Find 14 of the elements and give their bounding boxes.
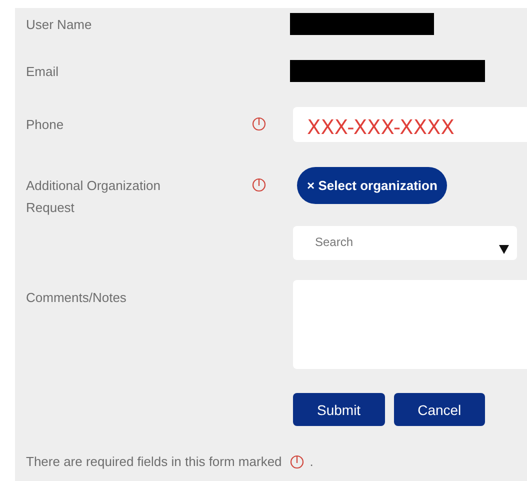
field-label: User Name: [26, 16, 93, 34]
field-label: Comments/Notes: [26, 289, 128, 307]
organization-chip[interactable]: × Select organization: [297, 167, 448, 204]
field-label: Phone: [26, 116, 65, 134]
caret-icon[interactable]: [499, 245, 509, 254]
required-note: There are required fields in this form marked: [26, 453, 282, 471]
search-field[interactable]: Search: [293, 226, 517, 260]
phone-input[interactable]: XXX-XXX-XXXX: [293, 107, 527, 142]
note-period: .: [310, 453, 314, 471]
field-label: Additional Organization Request: [26, 177, 162, 217]
cancel-button[interactable]: Cancel: [394, 393, 486, 426]
required-icon: [290, 455, 304, 469]
field-label: Email: [26, 63, 60, 81]
submit-button[interactable]: Submit: [293, 393, 385, 426]
